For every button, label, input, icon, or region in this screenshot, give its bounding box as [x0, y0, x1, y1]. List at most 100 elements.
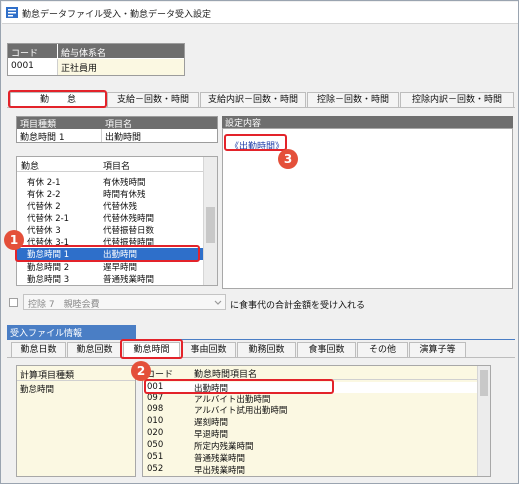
meal-option-select[interactable]: 控除 7 親睦会費	[23, 294, 226, 310]
import-section-border	[7, 339, 515, 340]
kintai-kind: 勤怠時間 3	[27, 275, 70, 285]
table-row[interactable]: 001 出勤時間	[143, 382, 477, 394]
time-item-name: 所定内残業時間	[194, 442, 254, 452]
time-item-name: 早出残業時間	[194, 466, 246, 476]
table-row[interactable]: 097 アルバイト出勤時間	[143, 393, 477, 405]
tab-jiyu-count[interactable]: 事由回数	[181, 342, 236, 358]
tab-kintai-days[interactable]: 勤怠日数	[11, 342, 66, 358]
time-items-list[interactable]: コード 勤怠時間項目名 001 出勤時間 097 アルバイト出勤時間 098 ア…	[142, 365, 491, 477]
salary-code-value: 0001	[8, 59, 58, 75]
tab-kojo-count-time[interactable]: 控除－回数・時間	[307, 92, 399, 108]
time-code: 098	[147, 404, 164, 414]
kintai-item-name: 有休残時間	[103, 178, 146, 188]
time-item-name: 遅刻時間	[194, 418, 229, 428]
time-code: 051	[147, 452, 164, 462]
tab-enzanshi[interactable]: 演算子等	[409, 342, 466, 358]
kintai-header-divider	[17, 171, 203, 172]
kintai-kind: 代替休 3-1	[27, 238, 70, 248]
tab-kojo-detail-count-time[interactable]: 控除内訳－回数・時間	[400, 92, 514, 108]
time-code: 050	[147, 440, 164, 450]
list-item[interactable]: 代替休 2 代替休残	[17, 200, 203, 212]
meal-option-select-value: 控除 7 親睦会費	[28, 300, 100, 310]
time-scroll-thumb[interactable]	[480, 370, 488, 396]
tab-kintai-time[interactable]: 勤怠時間	[123, 342, 180, 358]
time-code: 097	[147, 393, 164, 403]
app-icon	[6, 7, 18, 18]
kintai-scroll-thumb[interactable]	[206, 207, 215, 243]
meal-option-label: に食事代の合計金額を受け入れる	[230, 301, 366, 311]
calc-list-item[interactable]: 勤怠時間	[20, 383, 130, 395]
tab-sonota[interactable]: その他	[357, 342, 408, 358]
time-code: 010	[147, 416, 164, 426]
import-tab-line	[7, 357, 515, 358]
kintai-kind: 有休 2-2	[27, 190, 61, 200]
list-item[interactable]: 有休 2-1 有休残時間	[17, 176, 203, 188]
list-item[interactable]: 代替休 3-1 代替振替時間	[17, 236, 203, 248]
item-name-value: 出勤時間	[105, 133, 142, 142]
table-row[interactable]: 020 早退時間	[143, 428, 477, 440]
tab-shikyu-detail-count-time[interactable]: 支給内訳－回数・時間	[200, 92, 306, 108]
kintai-list-scrollbar[interactable]	[203, 157, 217, 285]
table-row[interactable]: 010 遅刻時間	[143, 416, 477, 428]
title-bar: 勤怠データファイル受入・勤怠データ受入設定	[2, 2, 518, 24]
annotation-badge-2: 2	[131, 361, 151, 381]
kintai-item-name: 代替振替日数	[103, 226, 155, 236]
kintai-item-name: 遅早時間	[103, 263, 138, 273]
kintai-kind: 代替休 3	[27, 226, 61, 236]
time-code: 001	[147, 382, 164, 392]
list-item[interactable]: 代替休 2-1 代替休残時間	[17, 212, 203, 224]
kintai-kind: 勤怠時間 1	[27, 250, 70, 260]
time-item-name: 早退時間	[194, 430, 229, 440]
list-item-selected[interactable]: 勤怠時間 1 出勤時間	[17, 248, 203, 260]
list-item[interactable]: 勤怠時間 2 遅早時間	[17, 261, 203, 273]
salary-system-table: コード 給与体系名 0001 正社員用	[7, 43, 185, 76]
calc-item-list[interactable]: 計算項目種類 勤怠時間	[16, 365, 136, 477]
salary-name-value: 正社員用	[58, 59, 184, 75]
kintai-kind: 勤怠時間 2	[27, 263, 70, 273]
dialog-window: 勤怠データファイル受入・勤怠データ受入設定 コード 給与体系名 0001 正社員…	[0, 0, 519, 484]
time-list-scrollbar[interactable]	[477, 366, 490, 476]
tab-kinmu-count[interactable]: 勤務回数	[237, 342, 296, 358]
import-section-title: 受入ファイル情報	[7, 325, 136, 339]
item-table: 項目種類 項目名 勤怠時間 1 出勤時間	[16, 116, 218, 143]
annotation-badge-1: 1	[4, 230, 24, 250]
kintai-kind: 代替休 2	[27, 202, 61, 212]
calc-header-divider	[17, 380, 135, 381]
item-name-header: 項目名	[102, 117, 217, 129]
time-code: 020	[147, 428, 164, 438]
list-item[interactable]: 代替休 3 代替振替日数	[17, 224, 203, 236]
salary-name-header: 給与体系名	[58, 44, 184, 58]
kintai-list[interactable]: 勤怠 項目名 有休 2-1 有休残時間 有休 2-2 時間有休残 代替休 2 代…	[16, 156, 218, 286]
settings-header: 設定内容	[222, 116, 513, 128]
time-item-name: アルバイト試用出勤時間	[194, 406, 288, 416]
table-row[interactable]: 050 所定内残業時間	[143, 440, 477, 452]
kintai-item-name: 代替振替時間	[103, 238, 155, 248]
time-code: 052	[147, 464, 164, 474]
tab-shokuji-count[interactable]: 食事回数	[297, 342, 356, 358]
item-type-header: 項目種類	[17, 117, 102, 129]
list-item[interactable]: 勤怠時間 3 普通残業時間	[17, 273, 203, 285]
table-row[interactable]: 052 早出残業時間	[143, 464, 477, 476]
item-type-value: 勤怠時間 1	[17, 129, 102, 142]
settings-content-text[interactable]: 《出勤時間》	[230, 139, 284, 152]
kintai-item-name: 時間有休残	[103, 190, 146, 200]
tab-kintai[interactable]: 勤 怠	[10, 92, 106, 108]
table-row[interactable]: 098 アルバイト試用出勤時間	[143, 404, 477, 416]
kintai-item-name: 出勤時間	[103, 250, 138, 260]
tab-shikyu-count-time[interactable]: 支給－回数・時間	[107, 92, 199, 108]
kintai-item-name: 普通残業時間	[103, 275, 155, 285]
table-row[interactable]: 051 普通残業時間	[143, 452, 477, 464]
tab-strip-line	[7, 107, 515, 108]
kintai-item-name: 代替休残時間	[103, 214, 155, 224]
window-title: 勤怠データファイル受入・勤怠データ受入設定	[22, 10, 212, 20]
list-item[interactable]: 有休 2-2 時間有休残	[17, 188, 203, 200]
meal-option-checkbox[interactable]	[9, 298, 18, 307]
kintai-kind: 有休 2-1	[27, 178, 61, 188]
time-header-divider	[143, 379, 477, 380]
annotation-badge-3: 3	[278, 149, 298, 169]
settings-content-area[interactable]: 《出勤時間》	[222, 128, 513, 289]
salary-code-header: コード	[8, 44, 58, 58]
kintai-kind: 代替休 2-1	[27, 214, 70, 224]
tab-kintai-count[interactable]: 勤怠回数	[67, 342, 122, 358]
kintai-item-name: 代替休残	[103, 202, 138, 212]
